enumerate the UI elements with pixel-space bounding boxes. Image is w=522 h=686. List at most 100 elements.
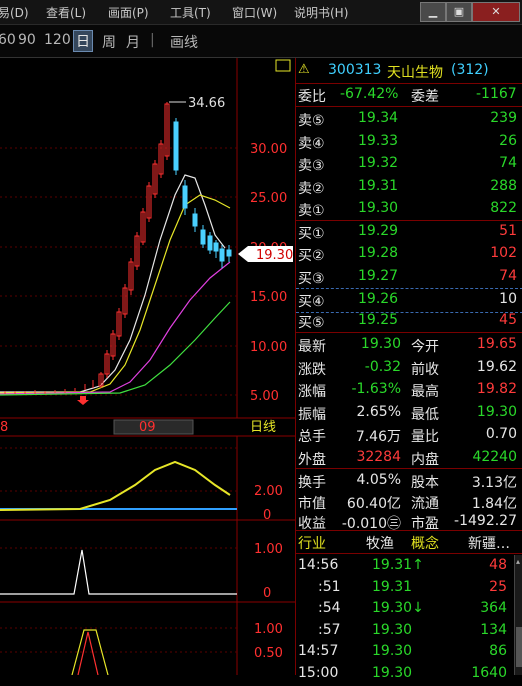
menu-item-help[interactable]: 说明书(H) — [294, 4, 348, 21]
concept-value[interactable]: 新疆… — [468, 533, 510, 553]
stat-row[interactable]: 涨幅 -1.63% 最高 19.82 — [296, 379, 522, 402]
menu-bar: 易(D) 查看(L) 画面(P) 工具(T) 窗口(W) 说明书(H) ▁ ▣ … — [0, 0, 522, 25]
minimize-button[interactable]: ▁ — [420, 2, 446, 22]
bid-volume: 10 — [499, 290, 517, 307]
ask-row[interactable]: 卖⑤ 19.34 239 — [296, 108, 522, 131]
menu-item-window[interactable]: 窗口(W) — [232, 4, 277, 21]
ask-label: 卖⑤ — [298, 113, 325, 129]
bid-volume: 74 — [499, 267, 517, 284]
ask-price: 19.31 — [358, 177, 399, 194]
price-axis-label: 15.00 — [250, 290, 287, 305]
stat-label: 今开 — [411, 339, 439, 355]
stat-row[interactable]: 涨跌 -0.32 前收 19.62 — [296, 357, 522, 380]
period-toolbar: 60 90 120 日 周 月 | 画线 — [0, 25, 522, 58]
tick-price: 19.31↑ — [372, 557, 424, 573]
tick-volume: 86 — [489, 643, 507, 659]
period-60[interactable]: 60 — [0, 32, 16, 48]
bid-row[interactable]: 买④ 19.26 10 — [296, 287, 522, 313]
stat-value: 19.65 — [476, 336, 517, 352]
tick-volume: 134 — [480, 621, 507, 638]
ind3-axis-label: 0.50 — [254, 646, 283, 661]
fund-label: 流通 — [411, 495, 439, 512]
ind2-axis-label: 0 — [263, 586, 271, 601]
bid-volume: 102 — [490, 245, 517, 262]
tick-row[interactable]: 14:57 19.30 86 — [296, 641, 522, 664]
tick-price: 19.31 — [372, 578, 413, 595]
menu-item-tools[interactable]: 工具(T) — [170, 4, 211, 21]
ask-volume: 239 — [490, 110, 517, 126]
stat-label: 外盘 — [298, 451, 326, 468]
kline-chart-panel[interactable]: 34.66 30.00 25.00 20.00 15.00 10.00 5.00… — [0, 58, 295, 676]
period-week[interactable]: 周 — [102, 32, 116, 52]
tick-volume: 25 — [489, 578, 507, 595]
tick-row[interactable]: :57 19.30 134 — [296, 620, 522, 643]
stock-name: 天山生物 — [387, 65, 443, 81]
fund-value: 4.05% — [356, 472, 401, 488]
tick-row[interactable]: 15:00 19.30 1640 — [296, 663, 522, 686]
ask-label: 卖④ — [298, 135, 325, 152]
price-axis-label: 10.00 — [250, 340, 287, 355]
tick-row[interactable]: :51 19.31 25 — [296, 577, 522, 600]
industry-value[interactable]: 牧渔 — [366, 533, 394, 553]
ask-row[interactable]: 卖① 19.30 822 — [296, 198, 522, 221]
scroll-up-icon[interactable]: ▴ — [516, 557, 520, 566]
bid-row[interactable]: 买① 19.29 51 — [296, 221, 522, 244]
ask-volume: 288 — [490, 177, 517, 194]
chart-settings-icon[interactable] — [275, 59, 291, 72]
tick-time: 15:00 — [298, 664, 339, 681]
ind1-axis-label: 0 — [263, 508, 271, 523]
close-button[interactable]: ✕ — [472, 2, 520, 22]
tick-row[interactable]: :54 19.30↓ 364 — [296, 598, 522, 621]
tick-time: :57 — [318, 621, 341, 638]
fund-value: -1492.27 — [454, 513, 517, 529]
ask-volume: 822 — [490, 200, 517, 216]
stat-row[interactable]: 外盘 32284 内盘 42240 — [296, 447, 522, 470]
menu-item-screen[interactable]: 画面(P) — [108, 4, 149, 21]
draw-line-button[interactable]: 画线 — [170, 32, 198, 52]
stat-value: -1.63% — [351, 381, 401, 397]
stat-row[interactable]: 总手 7.46万 量比 0.70 — [296, 424, 522, 447]
bid-row[interactable]: 买② 19.28 102 — [296, 243, 522, 266]
ask-label: 卖① — [298, 203, 325, 219]
concept-label: 概念 — [411, 536, 439, 552]
warning-icon[interactable]: ⚠ — [298, 62, 310, 77]
bid-price: 19.26 — [358, 290, 399, 307]
fund-value: 60.40亿 — [346, 495, 401, 512]
stat-label: 内盘 — [411, 451, 439, 468]
tick-scrollbar[interactable]: ▴ — [514, 555, 522, 675]
period-120[interactable]: 120 — [44, 32, 71, 48]
stat-value: 19.30 — [360, 336, 401, 352]
ask-row[interactable]: 卖④ 19.33 26 — [296, 131, 522, 154]
stat-row[interactable]: 振幅 2.65% 最低 19.30 — [296, 402, 522, 425]
stat-label: 总手 — [298, 429, 326, 445]
stat-value: 42240 — [472, 448, 517, 465]
period-month[interactable]: 月 — [126, 32, 140, 52]
menu-item-view[interactable]: 查看(L) — [46, 4, 86, 21]
fund-label: 股本 — [411, 475, 439, 491]
stat-row[interactable]: 最新 19.30 今开 19.65 — [296, 334, 522, 357]
bid-row[interactable]: 买⑤ 19.25 45 — [296, 310, 522, 333]
stock-number: (312) — [451, 62, 489, 78]
stat-label: 涨幅 — [298, 384, 326, 400]
tick-price: 19.30 — [372, 621, 413, 638]
tick-row[interactable]: 14:56 19.31↑ 48 — [296, 555, 522, 578]
bid-row[interactable]: 买③ 19.27 74 — [296, 266, 522, 289]
ind1-axis-label: 2.00 — [254, 484, 283, 499]
ask-row[interactable]: 卖③ 19.32 74 — [296, 153, 522, 176]
buy-signal-icon — [77, 396, 89, 405]
weibi-value: -67.42% — [340, 86, 399, 102]
period-90[interactable]: 90 — [18, 32, 36, 48]
restore-button[interactable]: ▣ — [446, 2, 472, 22]
toolbar-divider: | — [150, 32, 155, 48]
ask-price: 19.34 — [358, 110, 399, 126]
weibi-label: 委比 — [298, 89, 326, 105]
menu-item-system[interactable]: 易(D) — [0, 4, 29, 21]
ask-row[interactable]: 卖② 19.31 288 — [296, 176, 522, 199]
bid-label: 买③ — [298, 270, 325, 287]
kline-type-label[interactable]: 日线 — [250, 420, 276, 435]
tick-price: 19.30 — [372, 643, 413, 659]
fund-label: 换手 — [298, 475, 326, 491]
period-day[interactable]: 日 — [73, 30, 93, 52]
quote-panel: ⚠ 300313 天山生物 (312) 委比 -67.42% 委差 -1167 … — [295, 58, 522, 681]
scroll-thumb[interactable] — [516, 627, 522, 667]
